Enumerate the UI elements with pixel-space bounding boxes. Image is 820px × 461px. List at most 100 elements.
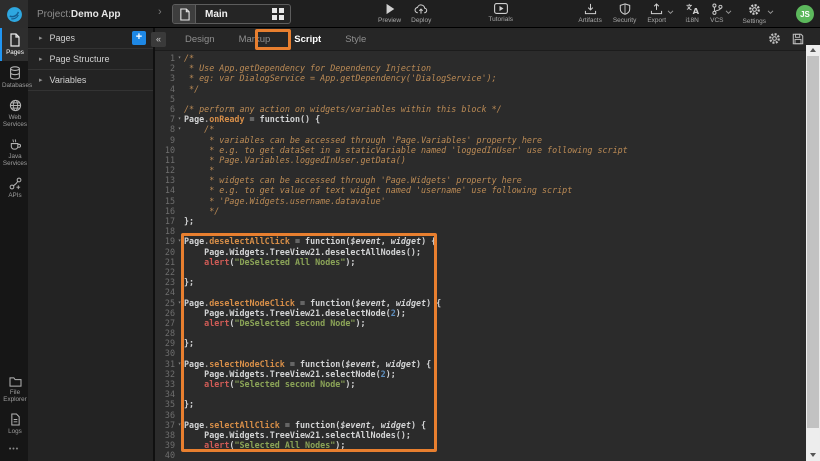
code-line: 10 * e.g. to get dataSet in a staticVari… — [155, 145, 820, 155]
sidebar-item-pages[interactable]: Pages — [0, 28, 28, 61]
editor-tabbar: Design Markup Script Style — [155, 28, 820, 51]
expand-arrow-icon[interactable]: ▸ — [39, 76, 43, 84]
panel-collapse-button[interactable]: « — [151, 32, 166, 47]
gear-icon — [748, 3, 761, 16]
code-line: 35}; — [155, 399, 820, 409]
code-line: 4 */ — [155, 84, 820, 94]
sidebar-item-logs[interactable]: Logs — [0, 408, 28, 440]
code-line: 34 — [155, 389, 820, 399]
code-line: 23}; — [155, 277, 820, 287]
code-line: 39 alert("Selected All Nodes"); — [155, 440, 820, 450]
sidebar-more-button[interactable]: ••• — [0, 440, 28, 461]
deploy-button[interactable]: Deploy — [411, 3, 431, 24]
code-line: 18 — [155, 226, 820, 236]
code-line: 26 Page.Widgets.TreeView21.deselectNode(… — [155, 308, 820, 318]
tab-style[interactable]: Style — [333, 28, 378, 51]
tutorials-button[interactable]: Tutorials — [488, 3, 513, 23]
code-line: 16 */ — [155, 206, 820, 216]
scroll-down-arrow[interactable] — [806, 450, 820, 460]
tab-design[interactable]: Design — [173, 28, 227, 51]
code-line: 33 alert("Selected second Node"); — [155, 379, 820, 389]
code-line: 19▾Page.deselectAllClick = function($eve… — [155, 236, 820, 246]
expand-arrow-icon[interactable]: ▸ — [39, 34, 43, 42]
code-line: 32 Page.Widgets.TreeView21.selectNode(2)… — [155, 369, 820, 379]
code-lines: 1▾/*2 * Use App.getDependency for Depend… — [155, 53, 820, 461]
chevron-down-icon — [767, 10, 774, 15]
video-icon — [494, 3, 508, 14]
sidebar-spacer — [0, 204, 28, 371]
code-editor[interactable]: 1▾/*2 * Use App.getDependency for Depend… — [155, 51, 820, 461]
expand-arrow-icon[interactable]: ▸ — [39, 55, 43, 63]
i18n-button[interactable]: A i18N — [685, 3, 699, 24]
code-line: 9 * variables can be accessed through 'P… — [155, 135, 820, 145]
app-logo[interactable] — [0, 0, 28, 28]
code-line: 17}; — [155, 216, 820, 226]
code-line: 40 — [155, 450, 820, 460]
sidebar-item-java-services[interactable]: Java Services — [0, 133, 28, 172]
download-tray-icon — [584, 3, 597, 15]
sidebar-item-web-services[interactable]: Web Services — [0, 94, 28, 133]
code-line: 29}; — [155, 338, 820, 348]
export-button[interactable]: Export — [647, 3, 674, 24]
code-line: 5 — [155, 94, 820, 104]
sidebar-item-file-explorer[interactable]: File Explorer — [0, 371, 28, 408]
code-line: 31▾Page.selectNodeClick = function($even… — [155, 359, 820, 369]
code-line: 3 * eg: var DialogService = App.getDepen… — [155, 73, 820, 83]
shield-icon — [619, 3, 631, 15]
logs-icon — [10, 413, 21, 426]
code-line: 27 alert("DeSelected second Node"); — [155, 318, 820, 328]
editor-scrollbar[interactable] — [806, 45, 820, 461]
breadcrumb-chevron-icon: › — [158, 6, 162, 18]
page-selector[interactable]: Main — [172, 4, 291, 24]
topbar-actions-right: Artifacts Security Export A i18N VCS — [578, 3, 774, 25]
save-icon[interactable] — [792, 33, 804, 45]
code-line: 25▾Page.deselectNodeClick = function($ev… — [155, 298, 820, 308]
scrollbar-thumb[interactable] — [807, 56, 819, 428]
panel-section-variables[interactable]: ▸ Variables — [28, 70, 153, 91]
grid-view-icon[interactable] — [272, 8, 290, 20]
scroll-up-arrow[interactable] — [806, 45, 820, 55]
script-settings-gear-icon[interactable] — [768, 32, 781, 45]
code-line: 36 — [155, 410, 820, 420]
code-line: 8▾ /* — [155, 124, 820, 134]
panel-section-pages[interactable]: ▸ Pages + — [28, 28, 153, 49]
branch-icon — [711, 3, 723, 15]
code-line: 30 — [155, 348, 820, 358]
page-selector-label: Main — [196, 9, 272, 20]
page-doc-icon — [173, 5, 196, 23]
code-line: 2 * Use App.getDependency for Dependency… — [155, 63, 820, 73]
panel-section-page-structure[interactable]: ▸ Page Structure — [28, 49, 153, 70]
code-line: 13 * widgets can be accessed through 'Pa… — [155, 175, 820, 185]
sidebar-item-databases[interactable]: Databases — [0, 61, 28, 94]
export-up-icon — [650, 3, 663, 15]
chevron-down-icon — [667, 10, 674, 15]
cloud-upload-icon — [414, 3, 428, 15]
translate-icon: A — [685, 3, 699, 15]
vcs-button[interactable]: VCS — [710, 3, 731, 24]
preview-button[interactable]: Preview — [378, 3, 401, 24]
left-sidebar: Pages Databases Web Services Java Servic… — [0, 28, 28, 461]
tab-script[interactable]: Script — [282, 28, 333, 51]
code-line: 11 * Page.Variables.loggedInUser.getData… — [155, 155, 820, 165]
code-line: 22 — [155, 267, 820, 277]
coffee-cup-icon — [9, 138, 22, 151]
pages-icon — [9, 33, 21, 47]
tab-markup[interactable]: Markup — [227, 28, 283, 51]
code-line: 20 Page.Widgets.TreeView21.deselectAllNo… — [155, 247, 820, 257]
add-page-button[interactable]: + — [132, 31, 146, 45]
svg-text:A: A — [693, 6, 699, 15]
sidebar-item-apis[interactable]: APIs — [0, 172, 28, 204]
artifacts-button[interactable]: Artifacts — [578, 3, 601, 24]
project-name: Demo App — [71, 9, 121, 20]
play-icon — [384, 3, 396, 15]
code-line: 12 * — [155, 165, 820, 175]
user-avatar[interactable]: JS — [796, 5, 814, 23]
security-button[interactable]: Security — [613, 3, 636, 24]
api-connector-icon — [9, 177, 22, 190]
chevron-down-icon — [725, 10, 732, 15]
settings-button[interactable]: Settings — [743, 3, 775, 25]
code-line: 24 — [155, 287, 820, 297]
code-line: 1▾/* — [155, 53, 820, 63]
topbar-actions-left: Preview Deploy Tutorials — [378, 3, 513, 24]
database-icon — [9, 66, 21, 80]
